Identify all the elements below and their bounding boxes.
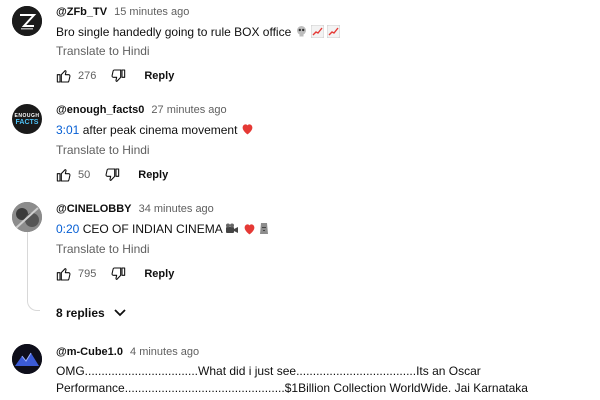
comment-text-line: OMG..................................Wha… (56, 364, 481, 378)
avatar[interactable] (12, 202, 42, 232)
like-count: 50 (78, 169, 91, 181)
comment-text: 0:20 CEO OF INDIAN CINEMA (56, 222, 269, 238)
channel-logo-icon (12, 6, 42, 36)
heart-icon (241, 123, 254, 138)
avatar[interactable] (12, 344, 42, 374)
comment-body: Bro single handedly going to rule BOX of… (56, 25, 292, 40)
avatar[interactable]: ENOUGH FACTS (12, 104, 42, 134)
comment-body: after peak cinema movement (79, 123, 238, 137)
comment-text: Bro single handedly going to rule BOX of… (56, 24, 341, 41)
chevron-down-icon (114, 309, 126, 317)
channel-logo-icon (12, 202, 42, 232)
moai-icon (259, 222, 269, 238)
comment-author[interactable]: @enough_facts0 (56, 104, 144, 116)
view-replies-button[interactable]: 8 replies (56, 306, 127, 320)
avatar-text: FACTS (15, 118, 39, 126)
dislike-button[interactable] (104, 167, 120, 183)
reply-button[interactable]: Reply (138, 169, 168, 181)
thumb-down-icon (105, 168, 120, 181)
timestamp-link[interactable]: 0:20 (56, 222, 79, 236)
thread-connector (27, 232, 40, 311)
comment-text: 3:01 after peak cinema movement (56, 123, 254, 138)
comment-time[interactable]: 4 minutes ago (130, 346, 199, 358)
comment-body: CEO OF INDIAN CINEMA (79, 222, 223, 237)
thumb-up-icon (56, 169, 71, 182)
translate-link[interactable]: Translate to Hindi (56, 242, 150, 256)
movie-camera-icon (225, 223, 239, 238)
like-count: 276 (78, 70, 97, 82)
channel-logo-icon (12, 344, 42, 374)
comment-time[interactable]: 34 minutes ago (139, 203, 214, 215)
chart-up-icon (326, 24, 341, 41)
skull-icon (295, 25, 308, 41)
comment-author[interactable]: @ZFb_TV (56, 6, 107, 18)
comment-time[interactable]: 15 minutes ago (114, 6, 189, 18)
like-button[interactable] (56, 68, 72, 84)
like-button[interactable] (56, 266, 72, 282)
thumb-down-icon (111, 69, 126, 82)
timestamp-link[interactable]: 3:01 (56, 123, 79, 137)
like-count: 795 (78, 268, 97, 280)
reply-button[interactable]: Reply (144, 268, 174, 280)
chart-up-icon (310, 24, 325, 41)
replies-label: 8 replies (56, 306, 105, 320)
heart-icon (243, 223, 256, 238)
dislike-button[interactable] (110, 266, 126, 282)
avatar[interactable] (12, 6, 42, 36)
translate-link[interactable]: Translate to Hindi (56, 44, 150, 58)
thumb-up-icon (56, 268, 71, 281)
translate-link[interactable]: Translate to Hindi (56, 143, 150, 157)
thumb-up-icon (56, 70, 71, 83)
thumb-down-icon (111, 267, 126, 280)
comment-text-line: Performance.............................… (56, 381, 528, 395)
reply-button[interactable]: Reply (144, 70, 174, 82)
comment-author[interactable]: @CINELOBBY (56, 203, 132, 215)
like-button[interactable] (56, 167, 72, 183)
comment-author[interactable]: @m-Cube1.0 (56, 346, 123, 358)
comment-time[interactable]: 27 minutes ago (151, 104, 226, 116)
dislike-button[interactable] (110, 68, 126, 84)
